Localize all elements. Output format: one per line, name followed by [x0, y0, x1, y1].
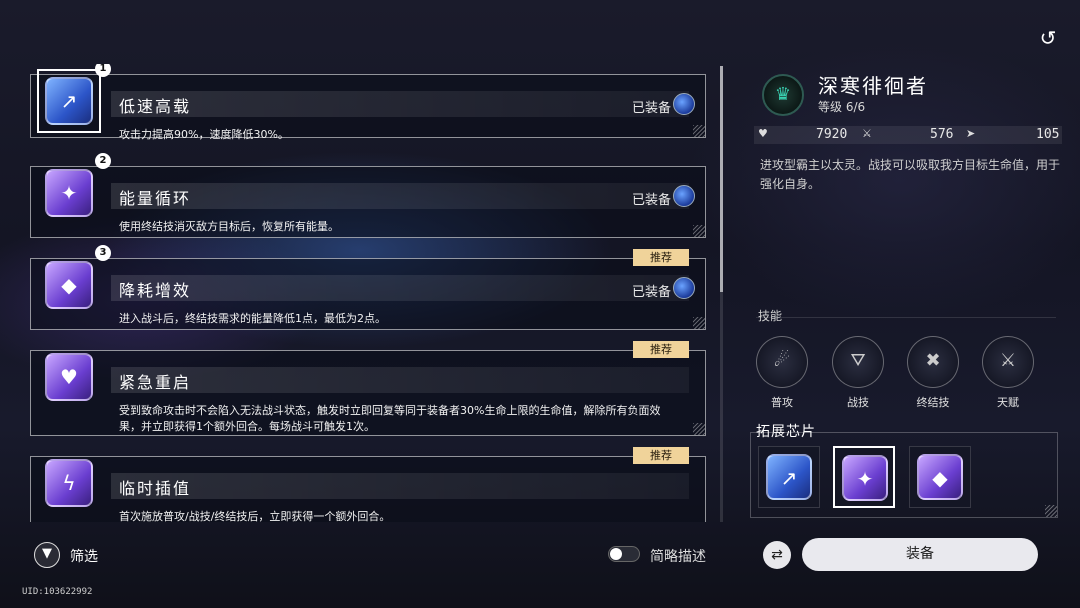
character-level: 等级 6/6	[818, 100, 866, 114]
energy-chip-icon: ✦	[856, 467, 874, 491]
chip-card-icon: ϟ	[37, 451, 101, 515]
brief-description-label[interactable]: 简略描述	[650, 546, 706, 566]
speed-value: 105	[1036, 127, 1060, 142]
chip-card-icon: ◆ 3	[37, 245, 111, 317]
hp-icon: ♥	[758, 127, 768, 140]
reboot-chip-icon: ♥	[60, 365, 78, 389]
chip-title: 紧急重启	[119, 373, 192, 392]
character-name: 深寒徘徊者	[818, 74, 928, 98]
energy-chip-icon: ✦	[60, 181, 78, 205]
skill-icon: ⛛	[850, 350, 866, 371]
chip-title: 降耗增效	[119, 281, 192, 300]
chip-description: 首次施放普攻/战技/终结技后，立即获得一个额外回合。	[119, 510, 391, 522]
character-emblem: ♛	[756, 68, 810, 122]
skill-label: 终结技	[916, 396, 950, 409]
filter-button[interactable]: ▼	[34, 542, 60, 568]
talent-icon: ⚔	[999, 350, 1017, 371]
attack-icon: ⚔	[862, 127, 872, 140]
equipped-status: 已装备	[631, 193, 671, 208]
equipped-status: 已装备	[631, 285, 671, 300]
uid-text: UID:103622992	[22, 587, 93, 597]
efficiency-chip-icon: ◆	[61, 273, 77, 297]
character-description: 进攻型霸主以太灵。战技可以吸取我方目标生命值，用于强化自身。	[760, 158, 1061, 191]
back-button[interactable]: ↺	[1036, 26, 1060, 50]
skill-ultimate[interactable]: ✖ 终结技	[905, 336, 961, 410]
speed-chip-icon: ↗	[60, 89, 78, 113]
chip-card-2[interactable]: ✦ 2 能量循环 已装备 使用终结技消灭敌方目标后，恢复所有能量。	[30, 153, 706, 238]
scrollbar-thumb[interactable]	[720, 66, 723, 292]
filter-label[interactable]: 筛选	[70, 546, 98, 566]
skill-battle-skill[interactable]: ⛛ 战技	[830, 336, 886, 410]
chip-card-3[interactable]: 推荐 ◆ 3 降耗增效 已装备 进入战斗后，终结技需求的能量降低1点，最低为2点…	[30, 245, 706, 330]
equipped-status: 已装备	[631, 101, 671, 116]
skills-section-label: 技能	[758, 309, 783, 323]
efficiency-chip-icon: ◆	[932, 466, 948, 490]
chip-description: 受到致命攻击时不会陷入无法战斗状态，触发时立即回复等同于装备者30%生命上限的生…	[119, 404, 661, 433]
character-stats: ♥ 7920 ⚔ 576 ➤ 105	[754, 126, 1062, 144]
slot-number-badge: 2	[95, 153, 111, 169]
equipped-character-avatar	[673, 93, 695, 115]
speed-icon: ➤	[966, 127, 976, 140]
hp-value: 7920	[816, 127, 848, 142]
slot-number-badge: 3	[95, 245, 111, 261]
chip-card-icon: ♥	[37, 345, 101, 409]
recommend-badge: 推荐	[633, 249, 689, 266]
recommend-badge: 推荐	[633, 447, 689, 464]
chip-card-icon: ↗ 1	[37, 64, 111, 133]
extension-chip-label: 拓展芯片	[756, 424, 816, 440]
equip-button[interactable]: 装备	[802, 538, 1038, 571]
recommend-badge: 推荐	[633, 341, 689, 358]
basic-attack-icon: ☄	[773, 350, 791, 371]
chip-card-icon: ✦ 2	[37, 153, 111, 225]
chip-card-1[interactable]: ↗ 1 低速高载 已装备 攻击力提高90%，速度降低30%。	[30, 64, 706, 141]
equipped-character-avatar	[673, 185, 695, 207]
section-divider	[756, 317, 1056, 318]
swap-button[interactable]: ⇄	[763, 541, 791, 569]
character-emblem-icon: ♛	[774, 84, 792, 105]
extension-slot-2[interactable]: ✦	[833, 446, 895, 508]
chip-list[interactable]: ↗ 1 低速高载 已装备 攻击力提高90%，速度降低30%。 ✦ 2 能量循环 …	[30, 64, 706, 522]
equipped-character-avatar	[673, 277, 695, 299]
chip-title: 低速高载	[119, 97, 192, 116]
swap-icon: ⇄	[771, 547, 783, 563]
chip-card-4[interactable]: 推荐 ♥ 紧急重启 受到致命攻击时不会陷入无法战斗状态，触发时立即回复等同于装备…	[30, 341, 706, 436]
back-arrow-icon: ↺	[1039, 26, 1057, 50]
ultimate-icon: ✖	[925, 350, 941, 371]
chip-card-5[interactable]: 推荐 ϟ 临时插值 首次施放普攻/战技/终结技后，立即获得一个额外回合。	[30, 447, 706, 522]
extension-slot-3[interactable]: ◆	[909, 446, 971, 508]
skill-label: 天赋	[997, 396, 1019, 409]
interpolation-chip-icon: ϟ	[62, 471, 76, 495]
slot-number-badge: 1	[95, 64, 111, 77]
brief-description-toggle[interactable]	[608, 546, 640, 562]
skill-label: 战技	[847, 396, 869, 409]
chip-description: 攻击力提高90%，速度降低30%。	[119, 128, 289, 141]
filter-icon: ▼	[42, 546, 52, 561]
chip-description: 进入战斗后，终结技需求的能量降低1点，最低为2点。	[119, 312, 386, 325]
attack-value: 576	[930, 127, 954, 142]
chip-description: 使用终结技消灭敌方目标后，恢复所有能量。	[119, 220, 339, 233]
chip-title: 能量循环	[119, 189, 192, 208]
speed-chip-icon: ↗	[780, 466, 798, 490]
skill-label: 普攻	[771, 396, 793, 409]
chip-title: 临时插值	[119, 479, 192, 498]
skill-talent[interactable]: ⚔ 天赋	[980, 336, 1036, 410]
extension-slot-1[interactable]: ↗	[758, 446, 820, 508]
skill-basic-attack[interactable]: ☄ 普攻	[754, 336, 810, 410]
